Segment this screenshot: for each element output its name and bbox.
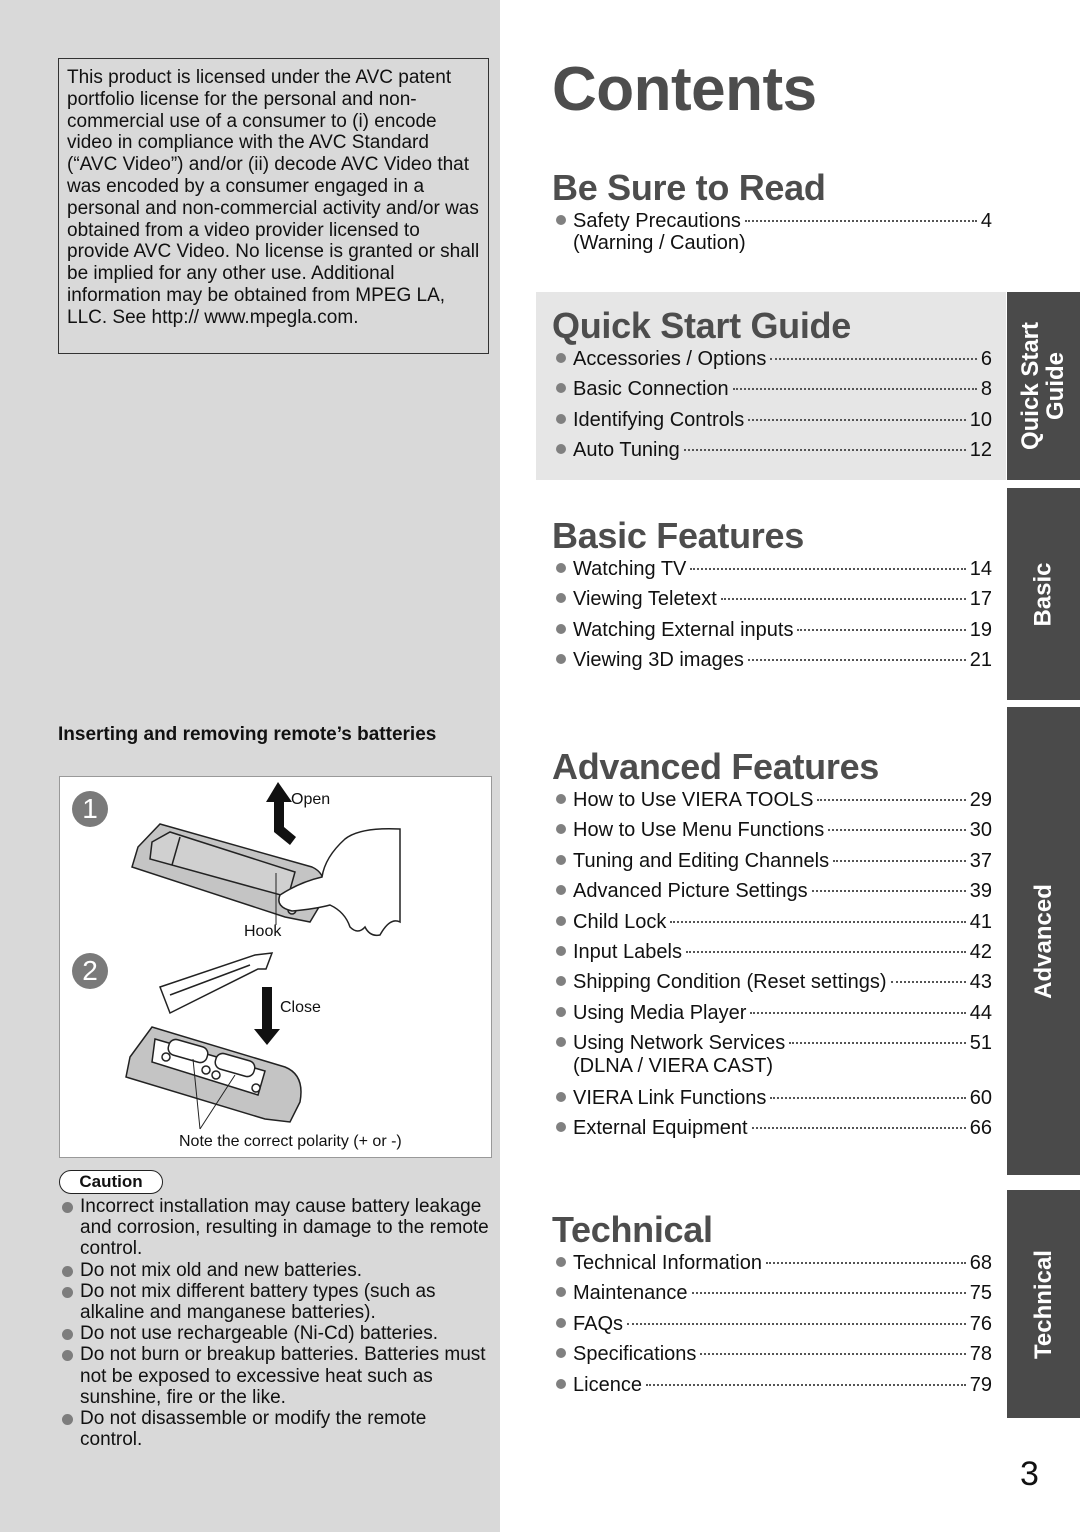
bullet-icon bbox=[556, 1317, 566, 1328]
bullet-icon bbox=[556, 915, 566, 926]
bullet-icon bbox=[556, 1378, 566, 1389]
bullet-icon bbox=[556, 1037, 566, 1048]
section-heading: Be Sure to Read bbox=[552, 167, 826, 208]
bullet-icon bbox=[556, 563, 566, 573]
bullet-icon bbox=[556, 1122, 566, 1133]
bullet-icon bbox=[556, 946, 566, 957]
section-heading: Quick Start Guide bbox=[552, 305, 851, 346]
label-polarity: Note the correct polarity (+ or -) bbox=[179, 1133, 402, 1150]
toc-entry[interactable]: Viewing Teletext 17 bbox=[553, 584, 992, 614]
battery-illustration: 1 2 Open Hook Close Note the correct pol… bbox=[59, 776, 492, 1158]
toc-entry[interactable]: How to Use Menu Functions 30 bbox=[553, 815, 992, 845]
section-be-sure-to-read: Be Sure to Read Safety Precautions 4 (War… bbox=[536, 166, 1006, 260]
toc-entry-safety-precautions[interactable]: Safety Precautions 4 (Warning / Caution) bbox=[553, 206, 992, 260]
section-quick-start-guide: Quick Start Guide Accessories / Options 6… bbox=[536, 292, 1006, 480]
bullet-icon bbox=[556, 215, 566, 225]
toc-entry[interactable]: Viewing 3D images 21 bbox=[553, 645, 992, 675]
page-ref: 4 bbox=[980, 210, 992, 232]
page-title: Contents bbox=[552, 55, 817, 124]
bullet-icon bbox=[556, 413, 566, 424]
caution-item: Do not use rechargeable (Ni-Cd) batterie… bbox=[59, 1323, 489, 1344]
section-heading: Advanced Features bbox=[552, 746, 880, 787]
bullet-icon bbox=[556, 654, 566, 665]
toc-entry[interactable]: Accessories / Options 6 bbox=[553, 344, 992, 374]
side-tab-technical[interactable]: Technical bbox=[1007, 1190, 1080, 1418]
toc-entry[interactable]: Using Media Player 44 bbox=[553, 998, 992, 1028]
toc-entry[interactable]: VIERA Link Functions 60 bbox=[553, 1083, 992, 1113]
toc-entry[interactable]: External Equipment 66 bbox=[553, 1113, 992, 1143]
toc-entry[interactable]: Identifying Controls 10 bbox=[553, 405, 992, 435]
section-heading: Basic Features bbox=[552, 515, 804, 556]
bullet-icon bbox=[556, 1287, 566, 1298]
toc-entry[interactable]: Specifications 78 bbox=[553, 1339, 992, 1369]
toc-entry[interactable]: Maintenance 75 bbox=[553, 1278, 992, 1308]
bullet-icon bbox=[556, 1006, 566, 1017]
bullet-icon bbox=[556, 383, 566, 394]
caution-item: Incorrect installation may cause battery… bbox=[59, 1196, 489, 1260]
bullet-icon bbox=[62, 1350, 73, 1362]
bullet-icon bbox=[62, 1286, 73, 1298]
section-technical: Technical Technical Information 68 Mainte… bbox=[536, 1208, 1006, 1400]
bullet-icon bbox=[556, 353, 566, 363]
page-number: 3 bbox=[1020, 1455, 1039, 1493]
toc-entry[interactable]: FAQs 76 bbox=[553, 1309, 992, 1339]
side-tab-basic[interactable]: Basic bbox=[1007, 488, 1080, 700]
bullet-icon bbox=[62, 1414, 73, 1426]
toc-entry[interactable]: Auto Tuning 12 bbox=[553, 435, 992, 465]
caution-item: Do not mix old and new batteries. bbox=[59, 1260, 489, 1281]
bullet-icon bbox=[556, 623, 566, 634]
toc-entry[interactable]: Technical Information 68 bbox=[553, 1248, 992, 1278]
toc-entry[interactable]: Advanced Picture Settings 39 bbox=[553, 876, 992, 906]
step-number-2: 2 bbox=[72, 953, 108, 989]
bullet-icon bbox=[556, 885, 566, 896]
toc-entry[interactable]: Watching TV 14 bbox=[553, 554, 992, 584]
label-hook: Hook bbox=[244, 923, 282, 940]
bullet-icon bbox=[556, 593, 566, 604]
toc-entry[interactable]: Watching External inputs 19 bbox=[553, 615, 992, 645]
bullet-icon bbox=[556, 854, 566, 865]
side-tab-quick-start-guide[interactable]: Quick Start Guide bbox=[1007, 292, 1080, 480]
caution-item: Do not burn or breakup batteries. Batter… bbox=[59, 1344, 489, 1408]
battery-section-title: Inserting and removing remote’s batterie… bbox=[58, 724, 437, 745]
bullet-icon bbox=[556, 1091, 566, 1102]
close-arrow-icon bbox=[254, 987, 280, 1045]
section-heading: Technical bbox=[552, 1209, 713, 1250]
toc-entry[interactable]: Shipping Condition (Reset settings) 43 bbox=[553, 967, 992, 997]
bullet-icon bbox=[556, 1348, 566, 1359]
caution-badge: Caution bbox=[59, 1170, 163, 1194]
battery-cover bbox=[159, 952, 274, 1015]
bullet-icon bbox=[556, 794, 566, 804]
caution-item: Do not disassemble or modify the remote … bbox=[59, 1408, 489, 1450]
toc-entry[interactable]: Tuning and Editing Channels 37 bbox=[553, 846, 992, 876]
toc-entry[interactable]: Basic Connection 8 bbox=[553, 374, 992, 404]
toc-entry[interactable]: Child Lock 41 bbox=[553, 907, 992, 937]
bullet-icon bbox=[556, 1257, 566, 1267]
label-open: Open bbox=[291, 791, 331, 808]
license-notice: This product is licensed under the AVC p… bbox=[58, 58, 489, 354]
bullet-icon bbox=[556, 976, 566, 987]
toc-entry[interactable]: Input Labels 42 bbox=[553, 937, 992, 967]
label-close: Close bbox=[280, 999, 321, 1016]
bullet-icon bbox=[556, 444, 566, 455]
bullet-icon bbox=[62, 1329, 73, 1341]
caution-item: Do not mix different battery types (such… bbox=[59, 1281, 489, 1323]
bullet-icon bbox=[62, 1265, 73, 1277]
caution-list: Incorrect installation may cause battery… bbox=[59, 1196, 489, 1450]
bullet-icon bbox=[62, 1202, 73, 1213]
toc-entry[interactable]: Using Network Services 51 (DLNA / VIERA CA… bbox=[553, 1028, 992, 1082]
toc-entry[interactable]: Licence 79 bbox=[553, 1370, 992, 1400]
toc-entry[interactable]: How to Use VIERA TOOLS 29 bbox=[553, 785, 992, 815]
section-advanced-features: Advanced Features How to Use VIERA TOOLS… bbox=[536, 745, 1006, 1143]
step-number-1: 1 bbox=[72, 791, 108, 827]
bullet-icon bbox=[556, 824, 566, 835]
section-basic-features: Basic Features Watching TV 14 Viewing Tel… bbox=[536, 514, 1006, 676]
remote-drawing bbox=[125, 782, 401, 1130]
side-tab-advanced[interactable]: Advanced bbox=[1007, 707, 1080, 1175]
